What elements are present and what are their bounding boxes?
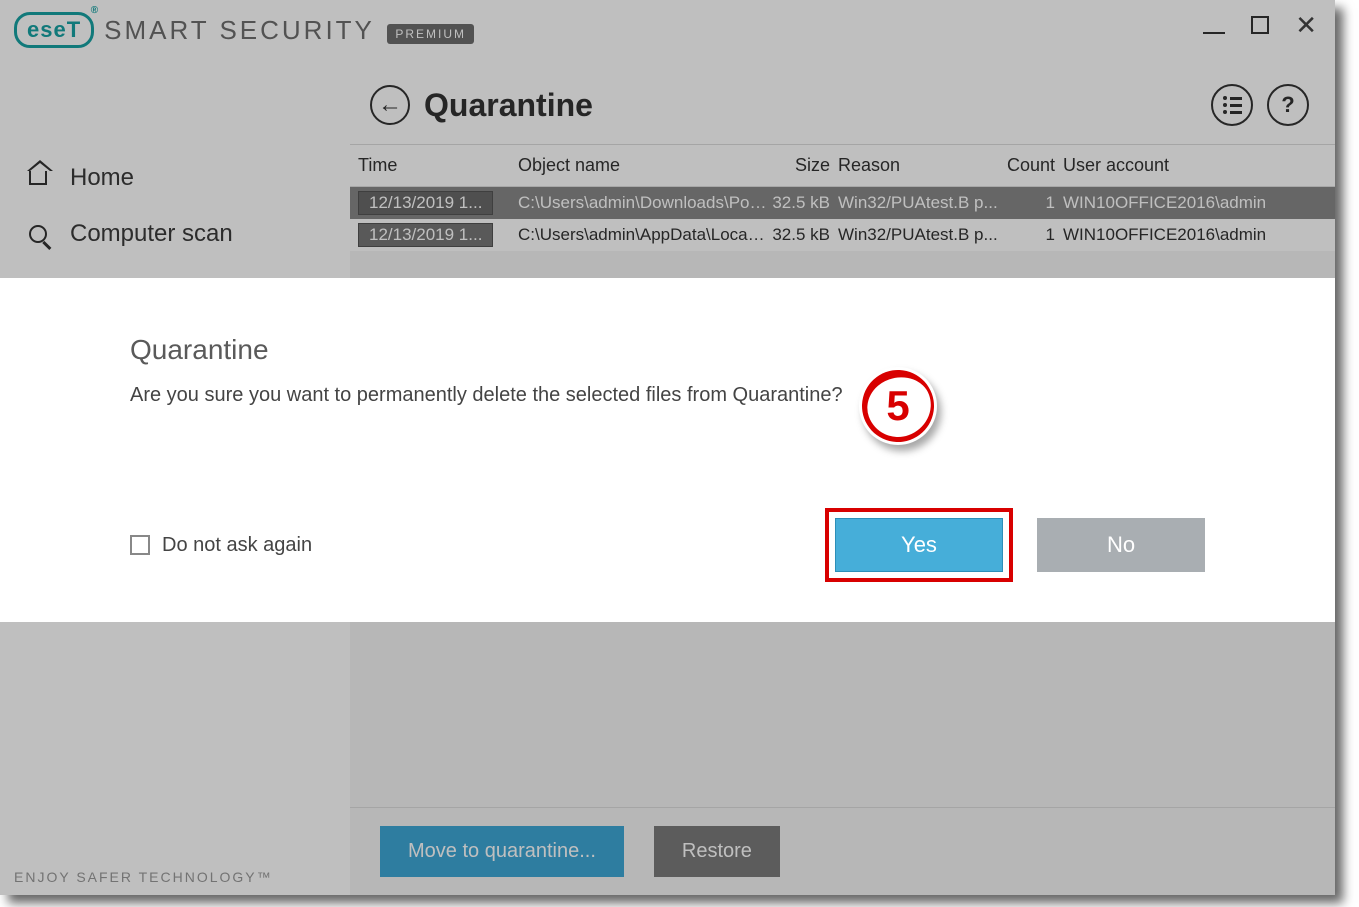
sidebar-item-home[interactable]: Home <box>8 150 350 206</box>
back-button[interactable]: ← <box>370 85 410 125</box>
home-icon <box>24 164 52 192</box>
app-logo-block: eseT® SMART SECURITY PREMIUM <box>8 12 474 48</box>
sidebar-item-computer-scan[interactable]: Computer scan <box>8 206 350 262</box>
title-bar: eseT® SMART SECURITY PREMIUM ✕ <box>0 0 1335 60</box>
col-count[interactable]: Count <box>1003 155 1063 176</box>
confirm-delete-dialog: Quarantine Are you sure you want to perm… <box>0 278 1335 622</box>
no-button[interactable]: No <box>1037 518 1205 572</box>
arrow-left-icon: ← <box>378 93 402 117</box>
help-icon: ? <box>1281 92 1294 118</box>
window-minimize-button[interactable] <box>1203 12 1225 38</box>
move-to-quarantine-button[interactable]: Move to quarantine... <box>380 826 624 877</box>
col-reason[interactable]: Reason <box>838 155 1003 176</box>
action-bar: Move to quarantine... Restore <box>350 807 1335 895</box>
window-maximize-button[interactable] <box>1251 12 1269 38</box>
sidebar-item-label: Computer scan <box>70 220 233 248</box>
premium-badge: PREMIUM <box>387 24 474 44</box>
col-user[interactable]: User account <box>1063 155 1327 176</box>
footer-tagline: ENJOY SAFER TECHNOLOGY™ <box>14 869 273 885</box>
sidebar-item-label: Home <box>70 164 134 192</box>
checkbox-icon <box>130 535 150 555</box>
help-button[interactable]: ? <box>1267 84 1309 126</box>
yes-button[interactable]: Yes <box>835 518 1003 572</box>
window-close-button[interactable]: ✕ <box>1295 12 1317 38</box>
col-time[interactable]: Time <box>358 155 518 176</box>
list-icon <box>1223 96 1242 114</box>
dialog-title: Quarantine <box>130 334 1205 366</box>
restore-button[interactable]: Restore <box>654 826 780 877</box>
view-options-button[interactable] <box>1211 84 1253 126</box>
table-header: Time Object name Size Reason Count User … <box>350 145 1335 187</box>
table-row[interactable]: 12/13/2019 1... C:\Users\admin\Downloads… <box>350 187 1335 219</box>
quarantine-table: Time Object name Size Reason Count User … <box>350 144 1335 251</box>
step-highlight: Yes <box>825 508 1013 582</box>
col-size[interactable]: Size <box>768 155 838 176</box>
eset-logo-icon: eseT® <box>14 12 94 48</box>
col-object[interactable]: Object name <box>518 155 768 176</box>
dialog-message: Are you sure you want to permanently del… <box>130 384 1205 407</box>
do-not-ask-checkbox[interactable]: Do not ask again <box>130 534 312 557</box>
app-title: SMART SECURITY PREMIUM <box>104 15 474 46</box>
table-row[interactable]: 12/13/2019 1... C:\Users\admin\AppData\L… <box>350 219 1335 251</box>
search-icon <box>24 220 52 248</box>
checkbox-label: Do not ask again <box>162 534 312 557</box>
page-title: Quarantine <box>424 87 593 124</box>
